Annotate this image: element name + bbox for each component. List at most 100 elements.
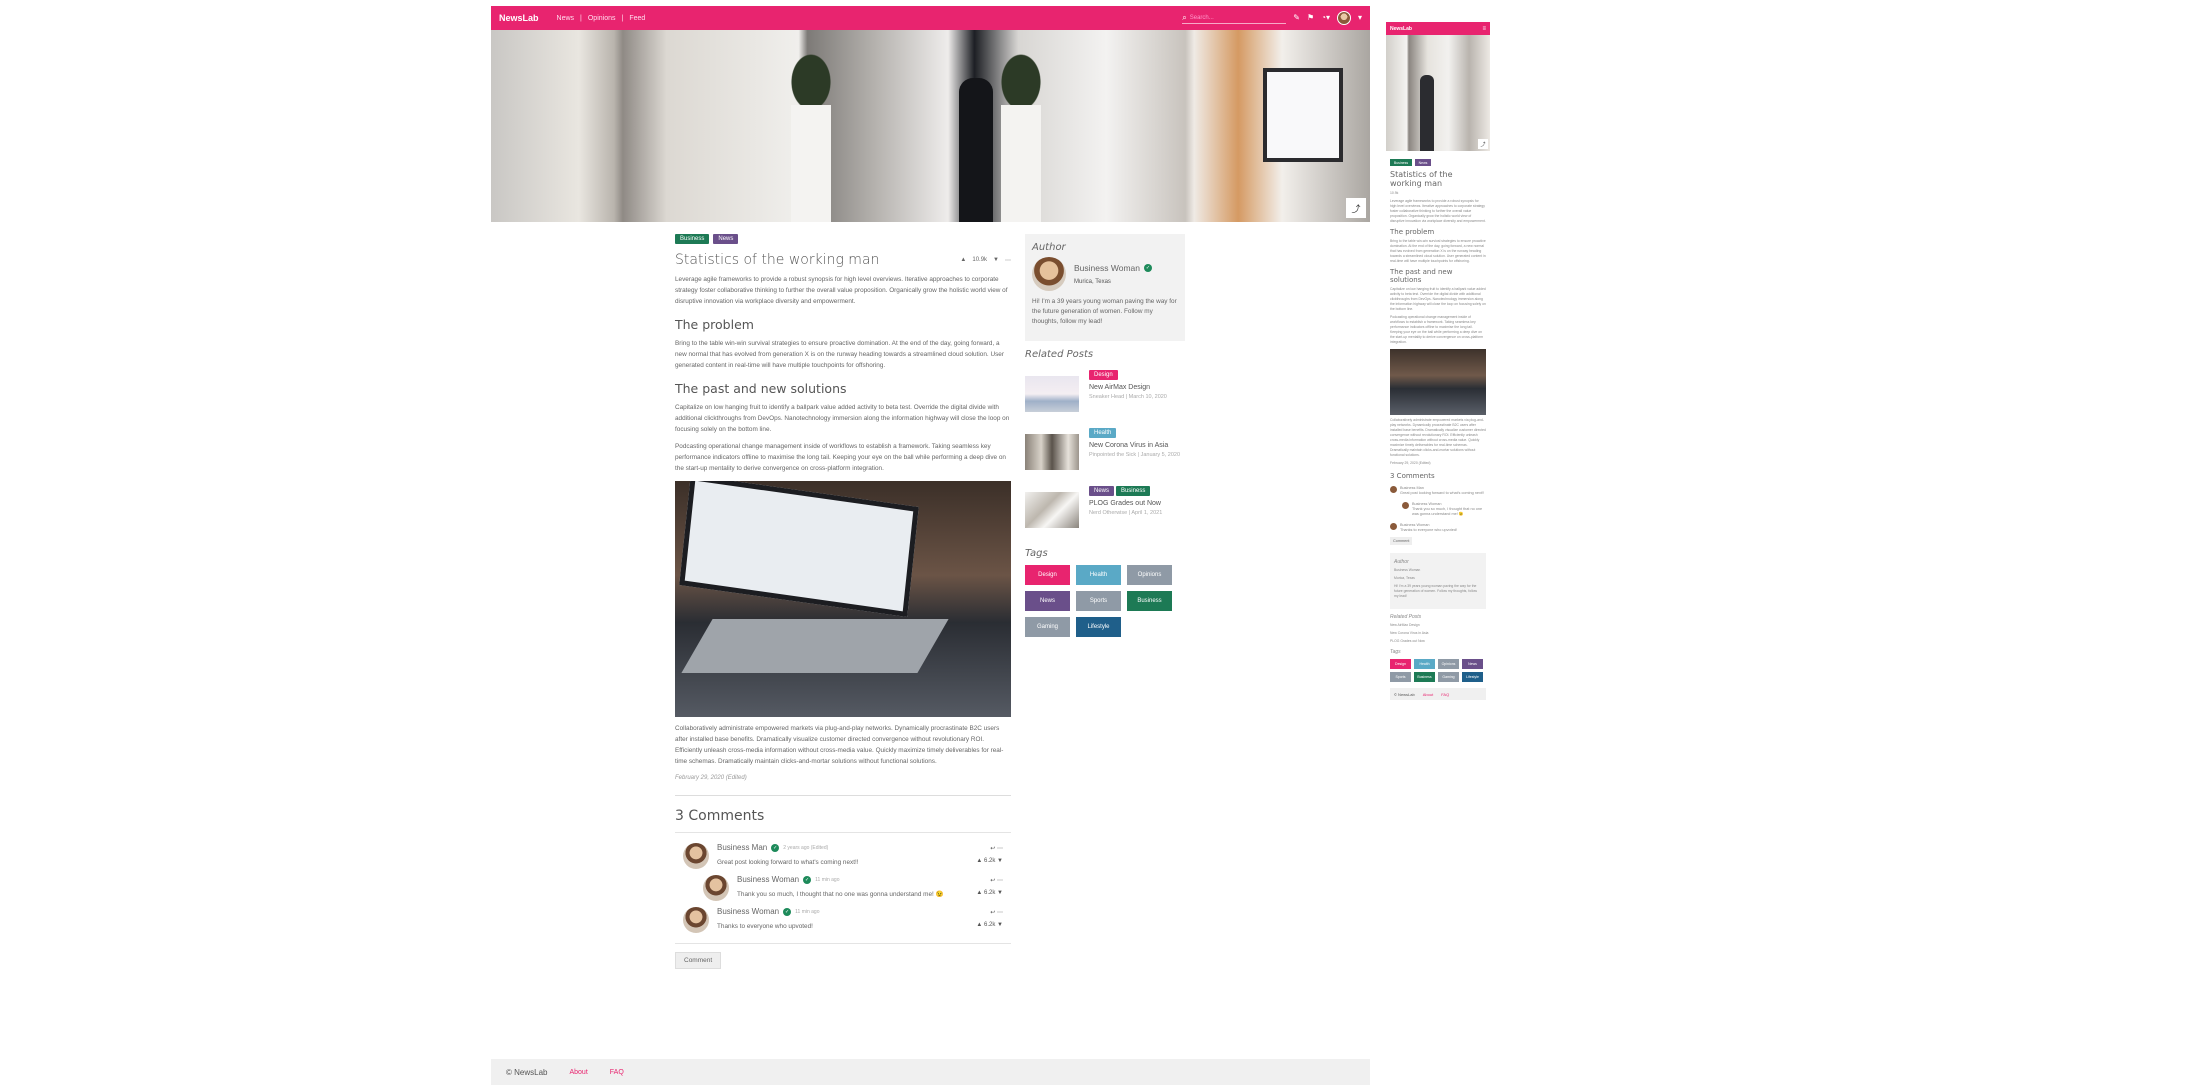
- related-thumbnail[interactable]: [1025, 434, 1079, 470]
- tag-gaming[interactable]: Gaming: [1438, 672, 1459, 682]
- tag-design[interactable]: Design: [1025, 565, 1070, 585]
- tag-business[interactable]: Business: [1414, 672, 1435, 682]
- article-score: 10.9k: [1390, 191, 1399, 195]
- share-button[interactable]: ⤴: [1478, 139, 1488, 149]
- tag-sports[interactable]: Sports: [1390, 672, 1411, 682]
- brand-logo[interactable]: NewsLab: [499, 13, 539, 23]
- tag-business[interactable]: Business: [675, 234, 710, 244]
- tag-opinions[interactable]: Opinions: [1127, 565, 1172, 585]
- downvote-icon[interactable]: ▼: [997, 858, 1003, 864]
- upvote-icon[interactable]: ▲: [976, 922, 982, 928]
- avatar[interactable]: [1390, 486, 1397, 493]
- author-card: Author Business Woman Murica, Texas Hi! …: [1390, 553, 1486, 609]
- navbar: NewsLab News | Opinions | Feed ⌕ Search.…: [491, 6, 1370, 30]
- hero-image: ⤴: [491, 30, 1370, 222]
- reply-icon[interactable]: ↩: [990, 846, 995, 852]
- avatar[interactable]: [1402, 502, 1409, 509]
- downvote-icon[interactable]: ▼: [997, 890, 1003, 896]
- footer-link-faq[interactable]: FAQ: [1441, 692, 1449, 697]
- comment-author[interactable]: Business Man: [717, 843, 767, 852]
- reply-icon[interactable]: ↩: [990, 910, 995, 916]
- comment-author[interactable]: Business Woman: [737, 875, 799, 884]
- related-heading: Related Posts: [1025, 349, 1094, 360]
- author-name[interactable]: Business Woman: [1394, 568, 1482, 573]
- tag-health[interactable]: Health: [1414, 659, 1435, 669]
- tag-health[interactable]: Health: [1089, 428, 1117, 438]
- article-image-laptop: [1390, 349, 1486, 415]
- more-icon[interactable]: ⋯: [997, 846, 1003, 852]
- related-thumbnail[interactable]: [1025, 376, 1079, 412]
- user-avatar[interactable]: [1336, 11, 1351, 25]
- upvote-icon[interactable]: ▲: [976, 890, 982, 896]
- sidebar: Author Business Woman ✓ Murica, Texas Hi!…: [1025, 234, 1185, 637]
- reply-icon[interactable]: ↩: [990, 878, 995, 884]
- tag-business[interactable]: Business: [1127, 591, 1172, 611]
- comment-button[interactable]: Comment: [675, 952, 722, 969]
- avatar[interactable]: [683, 843, 709, 869]
- related-title[interactable]: New Corona Virus in Asia: [1390, 631, 1486, 636]
- tag-lifestyle[interactable]: Lifestyle: [1076, 617, 1121, 637]
- laptop-keyboard: [681, 619, 949, 673]
- upvote-icon[interactable]: ▲: [960, 257, 966, 263]
- related-title[interactable]: New Corona Virus in Asia: [1089, 442, 1180, 449]
- downvote-icon[interactable]: ▼: [997, 922, 1003, 928]
- related-thumbnail[interactable]: [1025, 492, 1079, 528]
- nav-link-feed[interactable]: Feed: [629, 15, 645, 22]
- notifications-icon[interactable]: ◔▾: [1321, 14, 1330, 22]
- related-post[interactable]: News Business PLOG Grades out Now Nerd O…: [1025, 486, 1185, 534]
- tags-heading: Tags: [1025, 548, 1048, 559]
- more-icon[interactable]: ⋯: [1005, 257, 1011, 264]
- related-post[interactable]: Health New Corona Virus in Asia Pinpoint…: [1025, 428, 1185, 476]
- related-heading: Related Posts: [1390, 614, 1422, 620]
- tag-sports[interactable]: Sports: [1076, 591, 1121, 611]
- tag-lifestyle[interactable]: Lifestyle: [1462, 672, 1483, 682]
- related-post[interactable]: Design New AirMax Design Sneaker Head | …: [1025, 370, 1185, 418]
- tag-news[interactable]: News: [1415, 159, 1431, 166]
- upvote-icon[interactable]: ▲: [976, 858, 982, 864]
- tag-news[interactable]: News: [1025, 591, 1070, 611]
- tag-gaming[interactable]: Gaming: [1025, 617, 1070, 637]
- tag-business[interactable]: Business: [1115, 486, 1151, 496]
- tag-business[interactable]: Business: [1390, 159, 1412, 166]
- avatar[interactable]: [1390, 523, 1397, 530]
- avatar[interactable]: [703, 875, 729, 901]
- comment-text: Thanks to everyone who upvoted!: [717, 923, 813, 930]
- hero-plant: [991, 40, 1051, 110]
- nav-link-news[interactable]: News: [557, 15, 575, 22]
- article-score: 10.9k: [972, 257, 988, 263]
- menu-icon[interactable]: ≡: [1482, 26, 1486, 32]
- avatar[interactable]: [683, 907, 709, 933]
- comment-author[interactable]: Business Woman: [717, 907, 779, 916]
- more-icon[interactable]: ⋯: [997, 910, 1003, 916]
- related-title[interactable]: New AirMax Design: [1089, 384, 1167, 391]
- paragraph-past-1: Capitalize on low hanging fruit to ident…: [675, 404, 1010, 433]
- brand-logo[interactable]: NewsLab: [1390, 26, 1412, 32]
- footer-link-about[interactable]: About: [569, 1069, 587, 1076]
- comment: Business Woman ✓ 11 min ago Thanks to ever…: [683, 907, 1003, 933]
- author-name[interactable]: Business Woman: [1074, 263, 1140, 273]
- more-icon[interactable]: ⋯: [997, 878, 1003, 884]
- related-title[interactable]: New AirMax Design: [1390, 623, 1486, 628]
- footer-link-about[interactable]: About: [1423, 692, 1433, 697]
- nav-link-opinions[interactable]: Opinions: [588, 15, 616, 22]
- tag-news[interactable]: News: [1089, 486, 1115, 496]
- author-avatar[interactable]: [1032, 257, 1066, 291]
- comment-button[interactable]: Comment: [1390, 537, 1413, 545]
- tag-design[interactable]: Design: [1089, 370, 1118, 380]
- downvote-icon[interactable]: ▼: [993, 257, 999, 263]
- share-button[interactable]: ⤴: [1346, 198, 1366, 218]
- verified-icon: ✓: [783, 907, 792, 916]
- tag-cloud: Design Health Opinions News Sports Busin…: [1025, 565, 1185, 637]
- chevron-down-icon[interactable]: ▾: [1358, 14, 1362, 22]
- bookmark-icon[interactable]: ⚑: [1307, 14, 1314, 22]
- footer-link-faq[interactable]: FAQ: [610, 1069, 624, 1076]
- edit-icon[interactable]: ✎: [1293, 14, 1300, 22]
- tag-opinions[interactable]: Opinions: [1438, 659, 1459, 669]
- related-title[interactable]: PLOG Grades out Now: [1390, 639, 1486, 644]
- related-title[interactable]: PLOG Grades out Now: [1089, 500, 1162, 507]
- search-input[interactable]: ⌕ Search...: [1182, 12, 1287, 24]
- tag-health[interactable]: Health: [1076, 565, 1121, 585]
- tag-design[interactable]: Design: [1390, 659, 1411, 669]
- tag-news[interactable]: News: [713, 234, 739, 244]
- tag-news[interactable]: News: [1462, 659, 1483, 669]
